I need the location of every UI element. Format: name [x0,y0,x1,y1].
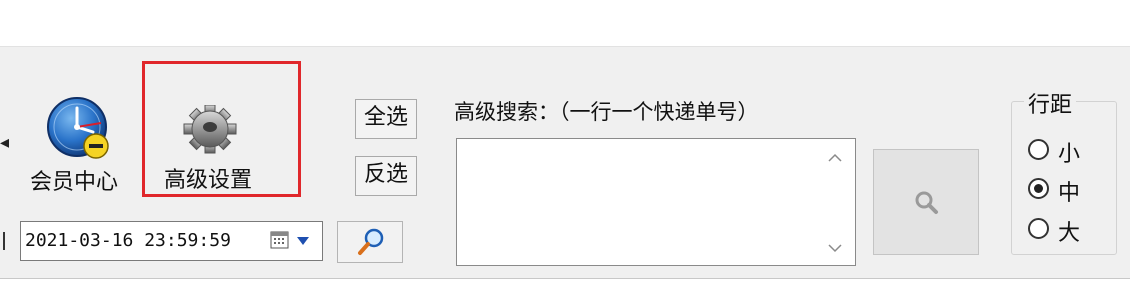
line-spacing-title: 行距 [1024,87,1077,119]
radio-label: 大 [1058,221,1081,246]
magnifier-icon [358,228,384,255]
scroll-up-icon[interactable] [827,153,843,163]
radio-label: 小 [1058,142,1081,167]
member-center-button[interactable]: 会员中心 [22,96,136,200]
advanced-settings-label: 高级设置 [164,168,253,193]
datetime-value: 2021-03-16 23:59:59 [25,230,231,251]
gear-icon [183,105,237,154]
advanced-search-button[interactable] [873,149,979,255]
calendar-icon[interactable] [270,230,290,250]
radio-button[interactable] [1028,218,1049,239]
invert-select-button[interactable]: 反选 [355,156,417,196]
advanced-settings-button[interactable]: 高级设置 [142,61,301,197]
chevron-down-icon[interactable] [296,236,310,246]
clock-user-icon [47,97,109,159]
select-all-button[interactable]: 全选 [355,99,417,139]
advanced-search-label: 高级搜索：（一行一个快递单号） [454,100,759,124]
member-center-label: 会员中心 [30,170,119,195]
date-search-button[interactable] [337,221,403,263]
datetime-picker[interactable]: 2021-03-16 23:59:59 [20,221,323,261]
left-edge-bracket-fragment [3,232,5,250]
radio-button-selected[interactable] [1028,178,1049,199]
radio-label: 中 [1058,181,1081,206]
scroll-down-icon[interactable] [827,243,843,253]
tracking-numbers-textarea[interactable] [456,138,856,266]
left-edge-arrow-fragment: ◂ [0,132,10,153]
search-icon [915,191,938,214]
radio-button[interactable] [1028,139,1049,160]
top-blank-area [0,0,1130,46]
